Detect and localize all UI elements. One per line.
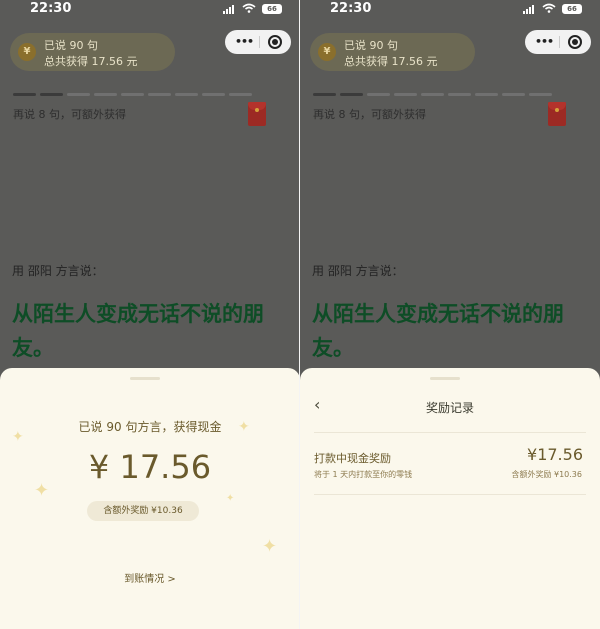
coin-icon: ¥ [318,43,336,61]
phrase-text: 从陌生人变成无话不说的朋友。 [12,302,264,360]
progress-segment [40,93,63,96]
capsule-divider [559,36,560,48]
progress-segment [529,93,552,96]
phrase-text: 从陌生人变成无话不说的朋友。 [312,302,564,360]
battery-icon: 66 [262,4,282,14]
capsule-divider [259,36,260,48]
total-earned: 总共获得 17.56 元 [44,55,138,68]
earnings-chip[interactable]: ¥ 已说 90 句 总共获得 17.56 元 [310,33,475,71]
sheet-handle[interactable] [430,377,460,380]
reward-sheet: ✦ ✦ ✦ ✦ ✦ 已说 90 句方言，获得现金 ¥ 17.56 含额外奖励 ¥… [0,368,300,629]
progress-segment [340,93,363,96]
progress-segment [94,93,117,96]
records-title: 奖励记录 [425,401,474,415]
spoken-count: 已说 90 句 [344,39,398,52]
wifi-icon [242,3,256,13]
signal-icon [223,5,234,14]
wifi-icon [542,3,556,13]
close-miniprogram-icon[interactable] [568,35,582,49]
sparkle-icon: ✦ [262,536,278,557]
battery-icon: 66 [562,4,582,14]
red-envelope-icon[interactable] [548,102,566,126]
progress-segment [421,93,444,96]
progress-segment [67,93,90,96]
progress-segment [475,93,498,96]
progress-segment [313,93,336,96]
spoken-count: 已说 90 句 [44,39,98,52]
records-sheet: ‹ 奖励记录 打款中现金奖励 将于 1 天内打款至你的零钱 ¥17.56 含额外… [300,368,600,629]
progress-segment [175,93,198,96]
sparkle-icon: ✦ [34,480,50,501]
divider [314,432,586,433]
progress-bar [13,93,252,96]
record-amount: ¥17.56 [527,445,583,464]
status-bar: 22:30 66 [0,0,300,18]
reward-headline: 已说 90 句方言，获得现金 [78,420,222,434]
status-time: 22:30 [330,1,372,16]
reward-amount: ¥ 17.56 [88,448,212,486]
status-time: 22:30 [30,1,72,16]
record-bonus: 含额外奖励 ¥10.36 [511,470,582,479]
bonus-badge: 含额外奖励 ¥10.36 [87,501,199,521]
record-note: 将于 1 天内打款至你的零钱 [314,470,413,479]
progress-segment [121,93,144,96]
miniprogram-capsule: ••• [525,30,591,54]
red-envelope-icon[interactable] [248,102,266,126]
progress-segment [448,93,471,96]
coin-icon: ¥ [18,43,36,61]
progress-segment [229,93,252,96]
more-icon[interactable]: ••• [235,35,254,48]
close-miniprogram-icon[interactable] [268,35,282,49]
progress-hint: 再说 8 句，可额外获得 [13,108,126,121]
earnings-chip[interactable]: ¥ 已说 90 句 总共获得 17.56 元 [10,33,175,71]
payout-status-link[interactable]: 到账情况 > [0,570,300,585]
miniprogram-capsule: ••• [225,30,291,54]
record-name: 打款中现金奖励 [314,452,391,465]
dialect-prompt: 用 邵阳 方言说： [312,264,404,278]
dialect-prompt: 用 邵阳 方言说： [12,264,104,278]
records-screen: 22:30 66 ¥ 已说 90 句 总共获得 17.56 元 ••• 再说 8… [300,0,600,629]
progress-segment [148,93,171,96]
signal-icon [523,5,534,14]
more-icon[interactable]: ••• [535,35,554,48]
divider [314,494,586,495]
progress-segment [13,93,36,96]
total-earned: 总共获得 17.56 元 [344,55,438,68]
progress-segment [202,93,225,96]
progress-segment [502,93,525,96]
reward-screen: 22:30 66 ¥ 已说 90 句 总共获得 17.56 元 ••• 再说 8… [0,0,300,629]
progress-segment [394,93,417,96]
sparkle-icon: ✦ [226,493,235,504]
progress-bar [313,93,552,96]
progress-hint: 再说 8 句，可额外获得 [313,108,426,121]
sheet-handle[interactable] [130,377,160,380]
progress-segment [367,93,390,96]
status-bar: 22:30 66 [300,0,600,18]
